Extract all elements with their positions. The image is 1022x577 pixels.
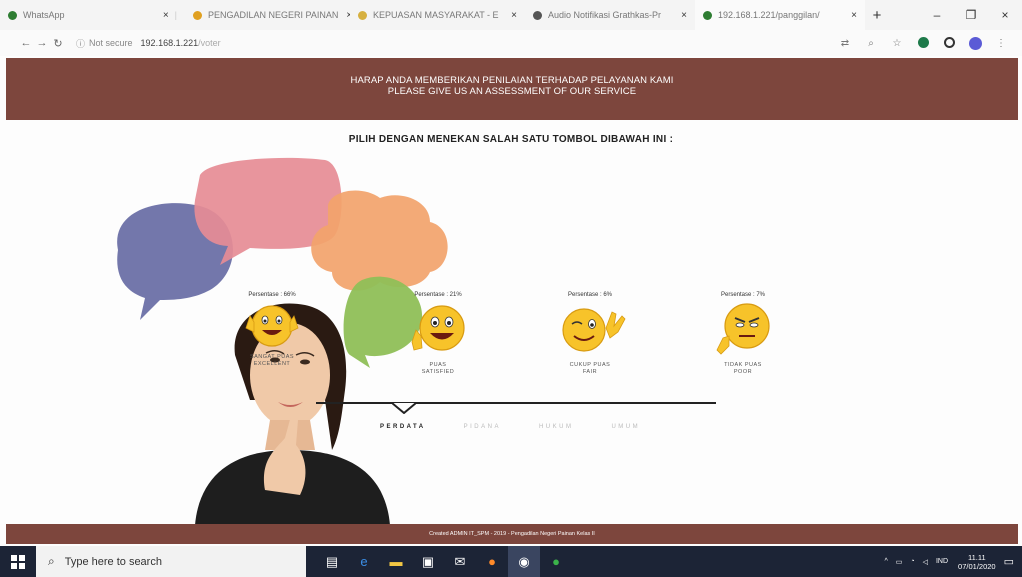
tab-title: PENGADILAN NEGERI PAINAN — [208, 10, 339, 20]
clock-time: 11.11 — [967, 552, 986, 562]
header-banner: HARAP ANDA MEMBERIKAN PENILAIAN TERHADAP… — [6, 58, 1018, 120]
header-line-en: PLEASE GIVE US AN ASSESSMENT OF OUR SERV… — [387, 86, 637, 97]
section-divider — [316, 402, 716, 404]
site-favicon-icon — [193, 10, 202, 20]
happy-thumbs-up-emoji-icon — [411, 305, 465, 351]
active-indicator-caret-icon — [392, 402, 416, 414]
close-tab-icon[interactable]: × — [338, 10, 350, 21]
address-bar: ← → ↻ ⓘ Not secure 192.168.1.221/voter ⇄… — [0, 30, 1022, 56]
rating-label-id: CUKUP PUAS — [569, 362, 611, 368]
bookmark-star-icon[interactable]: ☆ — [884, 38, 910, 49]
volume-icon[interactable]: ◁ — [923, 558, 928, 566]
site-favicon-icon — [703, 10, 712, 20]
rating-label-id: PUAS — [429, 362, 447, 368]
search-placeholder: Type here to search — [64, 555, 162, 568]
tab-title: WhatsApp — [23, 10, 65, 20]
annoyed-thumbs-down-emoji-icon — [716, 303, 770, 355]
rating-satisfied-button[interactable]: Persentase : 21% PUAS SATISFIED — [378, 292, 498, 376]
back-icon[interactable]: ← — [18, 37, 34, 49]
info-icon: ⓘ — [76, 38, 86, 49]
language-indicator[interactable]: IND — [936, 558, 948, 565]
menu-item-hukum[interactable]: HUKUM — [539, 424, 574, 430]
rating-fair-button[interactable]: Persentase : 6% CUKUP PUAS FAIR — [530, 292, 650, 376]
url-field[interactable]: ⓘ Not secure 192.168.1.221/voter — [76, 37, 221, 50]
minimize-button[interactable]: – — [920, 8, 954, 22]
windows-logo-icon — [11, 554, 25, 569]
rating-label-en: FAIR — [582, 369, 598, 375]
category-menu: PERDATA PIDANA HUKUM UMUM — [380, 424, 678, 430]
close-tab-icon[interactable]: × — [673, 10, 687, 21]
site-favicon-icon — [358, 10, 367, 20]
very-happy-thumbs-up-emoji-icon — [245, 305, 299, 347]
file-explorer-icon[interactable]: ▬ — [380, 546, 412, 577]
app-green-icon[interactable]: ● — [540, 546, 572, 577]
rating-percentage: Persentase : 7% — [720, 292, 766, 298]
rating-percentage: Persentase : 6% — [567, 292, 613, 298]
tab-panggilan-active[interactable]: 192.168.1.221/panggilan/ × — [695, 0, 865, 30]
tab-whatsapp[interactable]: WhatsApp × | — [0, 0, 185, 30]
taskbar-clock[interactable]: 11.11 07/01/2020 — [958, 553, 996, 571]
chrome-icon[interactable]: ◉ — [508, 546, 540, 577]
rating-label-en: POOR — [733, 369, 753, 375]
menu-kebab-icon[interactable]: ⋮ — [988, 38, 1014, 49]
tab-title: KEPUASAN MASYARAKAT - E — [373, 10, 499, 20]
tab-kepuasan[interactable]: KEPUASAN MASYARAKAT - E × — [350, 0, 525, 30]
tab-audio[interactable]: Audio Notifikasi Grathkas-Pr × — [525, 0, 695, 30]
rating-label-id: SANGAT PUAS — [249, 354, 295, 360]
menu-item-perdata[interactable]: PERDATA — [380, 424, 426, 430]
rating-poor-button[interactable]: Persentase : 7% TIDAK PUAS POOR — [683, 292, 803, 376]
url-path: /voter — [198, 38, 221, 48]
clock-date: 07/01/2020 — [958, 561, 996, 571]
rating-excellent-button[interactable]: Persentase : 66% SANGAT PUAS EXCELLENT — [212, 292, 332, 368]
globe-icon — [533, 10, 542, 20]
header-line-id: HARAP ANDA MEMBERIKAN PENILAIAN TERHADAP… — [350, 75, 674, 86]
network-icon[interactable]: ◔ — [910, 558, 914, 565]
menu-item-umum[interactable]: UMUM — [611, 424, 640, 430]
close-tab-icon[interactable]: × — [503, 10, 517, 21]
rating-label-en: EXCELLENT — [253, 361, 291, 367]
profile-avatar[interactable] — [962, 36, 988, 50]
page-instruction: PILIH DENGAN MENEKAN SALAH SATU TOMBOL D… — [348, 134, 674, 145]
rating-label-id: TIDAK PUAS — [724, 362, 762, 368]
tab-title: 192.168.1.221/panggilan/ — [718, 10, 820, 20]
browser-tab-bar: WhatsApp × | PENGADILAN NEGERI PAINAN × … — [0, 0, 1022, 30]
close-window-button[interactable]: × — [988, 8, 1022, 22]
security-label: Not secure — [89, 38, 133, 48]
rating-percentage: Persentase : 21% — [414, 292, 462, 298]
chevron-up-icon[interactable]: ^ — [884, 558, 887, 565]
store-icon[interactable]: ▣ — [412, 546, 444, 577]
new-tab-button[interactable]: + — [865, 7, 889, 24]
ok-hand-emoji-icon — [562, 308, 626, 352]
taskbar-search-box[interactable]: ⌕ Type here to search — [36, 546, 306, 577]
rating-percentage: Persentase : 66% — [248, 292, 296, 298]
notifications-icon[interactable]: ▭ — [1004, 555, 1014, 568]
tab-title: Audio Notifikasi Grathkas-Pr — [548, 10, 662, 20]
extension-circle-icon[interactable] — [936, 37, 962, 49]
task-view-icon[interactable]: ▤ — [316, 546, 348, 577]
zoom-icon[interactable]: ⌕ — [858, 38, 884, 49]
mail-icon[interactable]: ✉ — [444, 546, 476, 577]
start-button[interactable] — [0, 546, 36, 577]
search-icon: ⌕ — [48, 554, 55, 568]
translate-icon[interactable]: ⇄ — [832, 38, 858, 49]
battery-icon[interactable]: ▭ — [896, 558, 903, 566]
forward-icon[interactable]: → — [34, 37, 50, 49]
close-tab-icon[interactable]: × — [843, 10, 857, 21]
rating-label-en: SATISFIED — [421, 369, 455, 375]
reload-icon[interactable]: ↻ — [50, 37, 66, 50]
menu-item-pidana[interactable]: PIDANA — [464, 424, 501, 430]
tab-pengadilan[interactable]: PENGADILAN NEGERI PAINAN × — [185, 0, 350, 30]
maximize-button[interactable]: ❐ — [954, 8, 988, 22]
whatsapp-icon — [8, 10, 17, 20]
page-footer: Created ADMIN IT_SPM - 2019 - Pengadilan… — [6, 524, 1018, 544]
firefox-icon[interactable]: ● — [476, 546, 508, 577]
extension-green-icon[interactable] — [910, 37, 936, 49]
close-tab-icon[interactable]: × — [155, 10, 169, 21]
windows-taskbar: ⌕ Type here to search ▤ e ▬ ▣ ✉ ● ◉ ● ^ … — [0, 546, 1022, 577]
system-tray: ^ ▭ ◔ ◁ IND 11.11 07/01/2020 ▭ — [876, 553, 1022, 571]
edge-browser-icon[interactable]: e — [348, 546, 380, 577]
url-host: 192.168.1.221 — [140, 38, 199, 48]
